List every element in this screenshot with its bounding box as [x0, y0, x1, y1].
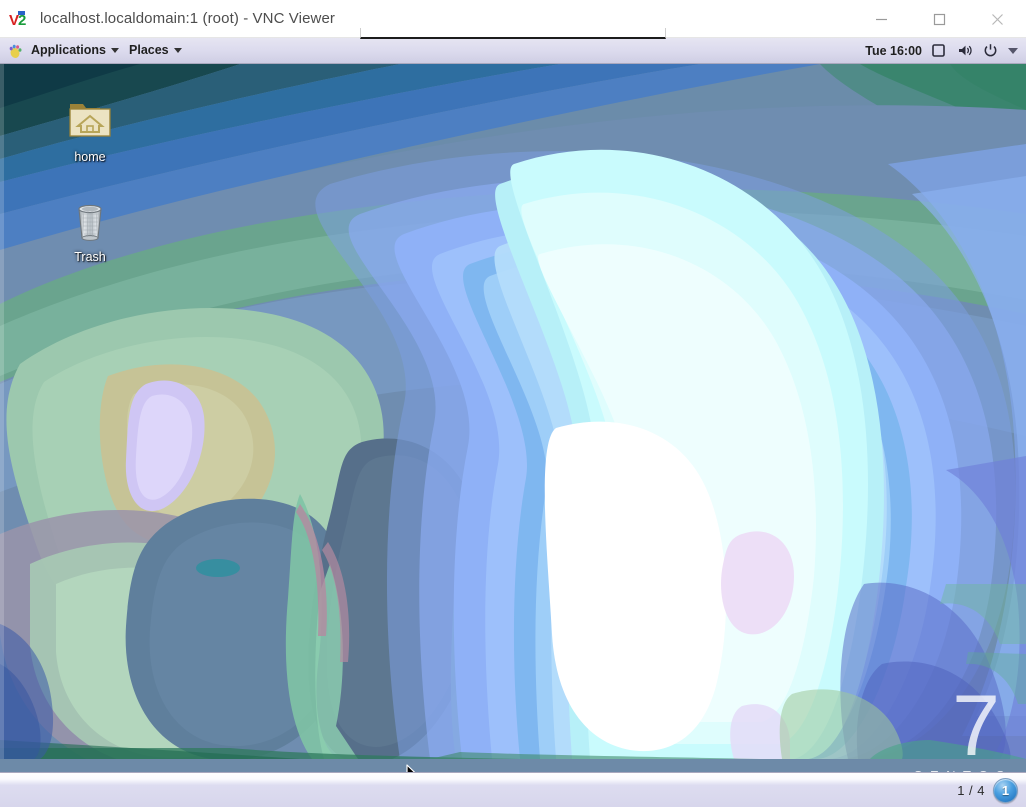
window-list-area[interactable] — [0, 773, 957, 807]
gnome-bottom-panel: 1 / 4 1 — [0, 772, 1026, 807]
gnome-foot-icon[interactable] — [6, 42, 24, 60]
workspace-indicator-label: 1 / 4 — [957, 782, 985, 798]
workspace-switcher[interactable]: 1 / 4 1 — [957, 777, 1026, 803]
maximize-icon — [933, 13, 946, 26]
chevron-down-icon — [173, 47, 182, 53]
desktop-icon-home[interactable]: home — [52, 96, 128, 164]
minimize-button[interactable] — [852, 0, 910, 38]
close-button[interactable] — [968, 0, 1026, 38]
desktop-icon-trash[interactable]: Trash — [52, 196, 128, 264]
desktop-wallpaper — [0, 64, 1026, 759]
vnc-viewer-window: V 2 localhost.localdomain:1 (root) - VNC… — [0, 0, 1026, 807]
chevron-down-icon — [111, 47, 120, 53]
menu-places-label: Places — [129, 43, 169, 57]
menu-applications[interactable]: Applications — [29, 41, 127, 60]
volume-icon[interactable] — [956, 42, 973, 59]
maximize-button[interactable] — [910, 0, 968, 38]
remote-desktop-view[interactable]: Applications Places Tue 16:00 home Trash… — [0, 38, 1026, 807]
menu-applications-label: Applications — [31, 43, 107, 57]
screen-edge-strip — [0, 64, 4, 759]
vnc-toolbar-handle[interactable] — [360, 28, 666, 39]
workspace-badge[interactable]: 1 — [993, 777, 1018, 803]
display-icon[interactable] — [930, 42, 947, 59]
system-tray — [930, 42, 1026, 59]
desktop-icon-home-label: home — [74, 150, 106, 164]
power-icon[interactable] — [982, 42, 999, 59]
trash-icon — [66, 196, 114, 244]
chevron-down-icon[interactable] — [1008, 47, 1018, 54]
window-controls — [852, 0, 1026, 38]
gnome-top-panel: Applications Places Tue 16:00 — [0, 38, 1026, 64]
home-folder-icon — [66, 96, 114, 144]
clock-applet[interactable]: Tue 16:00 — [857, 44, 930, 58]
desktop-icon-trash-label: Trash — [74, 250, 106, 264]
menu-places[interactable]: Places — [127, 41, 190, 60]
minimize-icon — [875, 13, 888, 26]
close-icon — [991, 13, 1004, 26]
window-title: localhost.localdomain:1 (root) - VNC Vie… — [40, 10, 335, 27]
vnc-viewer-logo-icon: V 2 — [9, 8, 31, 30]
